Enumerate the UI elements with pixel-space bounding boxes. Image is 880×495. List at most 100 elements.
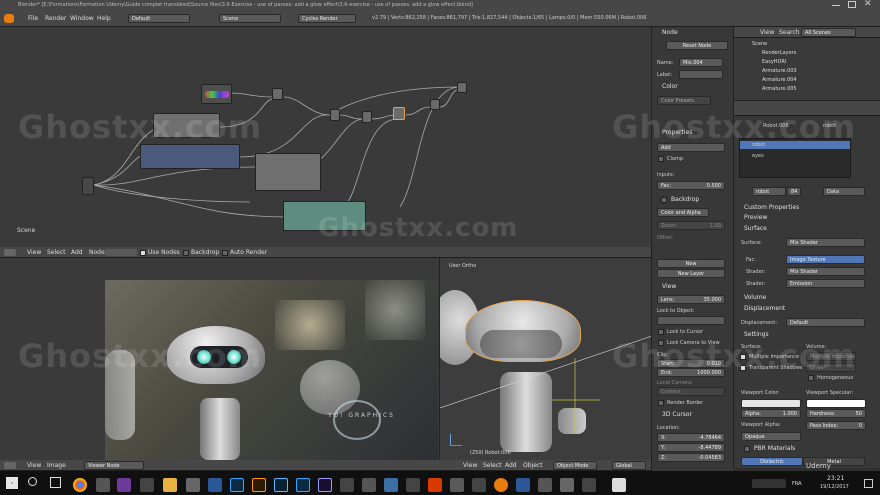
node-tree-type-icons[interactable]	[105, 249, 137, 256]
section-node[interactable]: Node	[662, 29, 678, 36]
app-icon-3[interactable]	[117, 478, 131, 492]
scene-selector[interactable]: Scene	[219, 14, 281, 23]
node-composite-output[interactable]	[457, 82, 467, 93]
section-custom-properties[interactable]: Custom Properties	[744, 204, 799, 211]
outliner-filter-dropdown[interactable]: All Scenes	[801, 28, 856, 37]
layout-selector[interactable]: Default	[128, 14, 190, 23]
dielectric-button[interactable]: Dielectric	[741, 457, 803, 466]
new-layer-button[interactable]: New Layer	[657, 269, 725, 278]
cursor-y-field[interactable]: Y: -8.44789	[657, 443, 725, 452]
node-mix-2[interactable]	[330, 109, 340, 121]
material-name-field[interactable]: robot	[752, 187, 786, 196]
app-icon-6[interactable]	[186, 478, 200, 492]
fac-input-dropdown[interactable]: Image Texture	[786, 255, 865, 264]
blender-task-icon[interactable]	[494, 478, 508, 492]
app-icon-2[interactable]	[96, 478, 110, 492]
lock-cursor-checkbox[interactable]	[658, 328, 664, 335]
clock-date[interactable]: 19/12/2017	[820, 484, 849, 490]
section-preview[interactable]: Preview	[744, 214, 767, 221]
node-frame-gray-2[interactable]	[255, 153, 321, 191]
app-icon-4[interactable]	[140, 478, 154, 492]
outliner-row-scene[interactable]: Scene	[752, 41, 767, 47]
section-surface[interactable]: Surface	[744, 225, 767, 232]
node-menu-view[interactable]: View	[27, 249, 41, 256]
viewport-specular-swatch[interactable]	[806, 399, 866, 408]
app-icon-15[interactable]	[384, 478, 398, 492]
task-view-icon[interactable]	[50, 477, 61, 488]
image-menu-image[interactable]: Image	[47, 462, 66, 469]
outliner-row-armature-004[interactable]: Armature.004	[762, 77, 797, 83]
app-icon-21[interactable]	[516, 478, 530, 492]
lightroom-icon[interactable]	[274, 478, 288, 492]
node-mix-1[interactable]	[272, 88, 283, 100]
viewport-menu-add[interactable]: Add	[505, 462, 517, 469]
outliner-menu-view[interactable]: View	[760, 29, 774, 36]
pbr-materials-checkbox[interactable]	[744, 445, 750, 452]
outliner-menu-search[interactable]: Search	[779, 29, 800, 36]
app-icon-23[interactable]	[560, 478, 574, 492]
cursor-z-field[interactable]: Z: -0.04583	[657, 453, 725, 462]
window-controls[interactable]: ✕	[830, 0, 878, 10]
viewport-menu-view[interactable]: View	[463, 462, 477, 469]
app-icon-19[interactable]	[472, 478, 486, 492]
blend-mode-opaque-dropdown[interactable]: Opaque	[741, 432, 801, 441]
clamp-checkbox[interactable]	[658, 155, 664, 162]
outliner-row-armature-003[interactable]: Armature.003	[762, 68, 797, 74]
interaction-mode-dropdown[interactable]: Object Mode	[553, 461, 597, 470]
node-menu-select[interactable]: Select	[47, 249, 66, 256]
auto-render-checkbox[interactable]	[222, 249, 228, 256]
input-language[interactable]: FRA	[792, 481, 802, 487]
viewport-menu-select[interactable]: Select	[483, 462, 502, 469]
outliner-row-armature-005[interactable]: Armature.005	[762, 86, 797, 92]
alpha-field[interactable]: Alpha: 1.000	[741, 409, 801, 418]
app-icon-7[interactable]	[208, 478, 222, 492]
notification-icon[interactable]	[864, 479, 873, 488]
photoshop-2-icon[interactable]	[296, 478, 310, 492]
backdrop-panel-checkbox[interactable]	[661, 196, 667, 203]
app-icon-18[interactable]	[450, 478, 464, 492]
taskbar-search-icon[interactable]	[28, 477, 37, 486]
node-color-mix[interactable]	[201, 84, 232, 104]
new-button[interactable]: New	[657, 259, 725, 268]
cursor-x-field[interactable]: X: -4.78464	[657, 433, 725, 442]
tray-icons[interactable]	[752, 479, 786, 488]
outliner[interactable]: View Search All Scenes	[733, 27, 880, 100]
after-effects-icon[interactable]	[318, 478, 332, 492]
app-icon-17[interactable]	[428, 478, 442, 492]
editor-type-icon[interactable]	[4, 249, 16, 256]
start-menu-icon[interactable]	[6, 477, 18, 489]
surface-shader-dropdown[interactable]: Mix Shader	[786, 238, 865, 247]
image-browse-dropdown[interactable]: Viewer Node	[84, 461, 144, 470]
minimize-icon[interactable]	[832, 5, 840, 6]
outliner-row-renderlayers[interactable]: RenderLayers	[762, 50, 796, 56]
illustrator-icon[interactable]	[252, 478, 266, 492]
viewport-color-swatch[interactable]	[741, 399, 801, 408]
menu-render[interactable]: Render	[45, 15, 66, 22]
node-frame-blue[interactable]	[140, 144, 240, 169]
local-camera-field[interactable]: Camera	[657, 387, 725, 396]
app-icon-25[interactable]	[612, 478, 626, 492]
lock-object-field[interactable]	[657, 316, 725, 325]
displacement-dropdown[interactable]: Default	[786, 318, 865, 327]
shader2-dropdown[interactable]: Emission	[786, 279, 865, 288]
fac-slider[interactable]: Fac: 0.500	[657, 181, 725, 190]
homogeneous-checkbox[interactable]	[808, 374, 814, 381]
viewport-menu-object[interactable]: Object	[523, 462, 543, 469]
backdrop-zoom-field[interactable]: Zoom: 1.00	[657, 221, 725, 230]
transform-orientation-dropdown[interactable]: Global	[612, 461, 646, 470]
shader1-dropdown[interactable]: Mix Shader	[786, 267, 865, 276]
menu-help[interactable]: Help	[97, 15, 111, 22]
render-border-checkbox[interactable]	[658, 399, 664, 406]
file-explorer-icon[interactable]	[163, 478, 177, 492]
menu-file[interactable]: File	[28, 15, 38, 22]
use-nodes-checkbox[interactable]	[140, 249, 146, 256]
app-icon-13[interactable]	[340, 478, 354, 492]
node-mix-5[interactable]	[430, 99, 440, 110]
node-mix-4-active[interactable]	[393, 107, 405, 120]
section-displacement[interactable]: Displacement	[744, 305, 785, 312]
color-presets-dropdown[interactable]: Color Presets	[657, 96, 711, 105]
app-icon-22[interactable]	[538, 478, 552, 492]
backdrop-channels-dropdown[interactable]: Color and Alpha	[657, 208, 709, 217]
hardness-field[interactable]: Hardness: 50	[806, 409, 866, 418]
material-link-dropdown[interactable]: Data	[823, 187, 865, 196]
